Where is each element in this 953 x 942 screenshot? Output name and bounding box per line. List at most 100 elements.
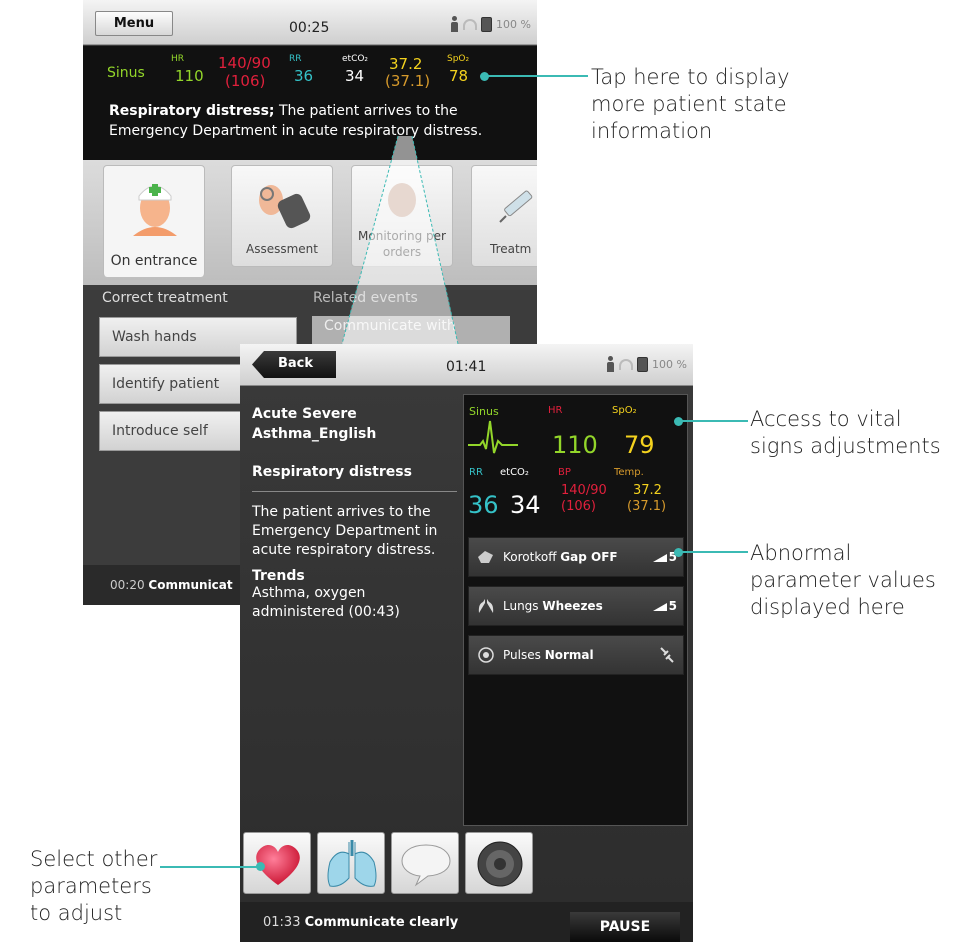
adjust-korotkoff[interactable]: Korotkoff Gap OFF 5 xyxy=(468,537,684,577)
menu-button[interactable]: Menu xyxy=(95,11,173,36)
footer-message: Communicat xyxy=(148,578,233,592)
back-button[interactable]: Back xyxy=(252,351,336,378)
adjust-lungs[interactable]: Lungs Wheezes 5 xyxy=(468,586,684,626)
tab-label: On entrance xyxy=(110,253,198,269)
temp-value: 37.2 xyxy=(389,55,423,73)
trends-text: Asthma, oxygen administered (00:43) xyxy=(252,585,400,620)
etco2-value: 34 xyxy=(345,67,365,85)
etco2-value: 34 xyxy=(510,491,541,519)
status-area: 100 % xyxy=(450,16,531,32)
adjust-name: Pulses xyxy=(503,648,541,662)
hr-label: HR xyxy=(548,405,563,416)
temp-sub-value: (37.1) xyxy=(627,499,667,514)
callout-line xyxy=(682,420,748,422)
etco2-label: etCO₂ xyxy=(342,54,369,64)
rhythm-value: Sinus xyxy=(107,65,145,81)
adjust-name: Lungs xyxy=(503,599,539,613)
callout-dot xyxy=(256,862,265,871)
bp-value: 140/90 xyxy=(561,483,607,498)
state-description: The patient arrives to the Emergency Dep… xyxy=(252,504,438,558)
temp-value: 37.2 xyxy=(633,483,662,498)
top-bar: Menu 00:25 100 % xyxy=(83,0,537,45)
state-title: Respiratory distress; xyxy=(109,103,275,119)
map-value: (106) xyxy=(225,72,266,90)
speech-bubble-icon xyxy=(401,844,451,887)
vital-signs-panel[interactable]: Sinus HR 110 SpO₂ 79 RR etCO₂ BP Temp. 3… xyxy=(463,394,688,826)
adjust-value: Wheezes xyxy=(542,599,603,613)
bp-cuff-icon xyxy=(259,185,311,229)
map-value: (106) xyxy=(561,499,596,514)
spo2-value: 79 xyxy=(624,431,655,459)
tab-treatment[interactable]: Treatm xyxy=(471,165,537,267)
callout-line xyxy=(682,551,748,553)
bp-label: BP xyxy=(558,467,571,478)
callout-line xyxy=(488,75,588,77)
clock: 01:41 xyxy=(446,359,487,375)
level-value: 5 xyxy=(668,599,677,613)
clock: 00:25 xyxy=(289,20,330,36)
spo2-label: SpO₂ xyxy=(612,405,637,416)
phase-tabs: On entrance Assessment Monitoring per or… xyxy=(83,160,537,285)
spo2-value: 78 xyxy=(449,67,469,85)
footer-message: Communicate clearly xyxy=(304,915,459,930)
tab-label: Monitoring per orders xyxy=(358,229,446,259)
hr-value: 110 xyxy=(552,431,598,459)
patient-state-info: Acute Severe Asthma_English Respiratory … xyxy=(252,404,457,622)
tab-monitoring-per-orders[interactable]: Monitoring per orders xyxy=(351,165,453,267)
divider xyxy=(252,491,457,492)
battery-level: 100 % xyxy=(652,357,687,371)
nurse-icon xyxy=(133,184,177,236)
level-indicator: 5 xyxy=(652,587,677,625)
pause-button[interactable]: PAUSE xyxy=(570,912,680,942)
rr-value: 36 xyxy=(468,491,499,519)
sound-param-button[interactable] xyxy=(465,832,533,894)
heart-param-button[interactable] xyxy=(243,832,311,894)
footer-time: 01:33 xyxy=(263,915,301,930)
callout-tap-info: Tap here to display more patient state i… xyxy=(591,65,790,143)
rr-value: 36 xyxy=(294,67,314,85)
person-icon xyxy=(450,16,459,32)
scenario-name: Acute Severe Asthma_English xyxy=(252,406,377,442)
adjust-pulses[interactable]: Pulses Normal xyxy=(468,635,684,675)
top-bar: Back 01:41 100 % xyxy=(240,344,693,386)
spo2-label: SpO₂ xyxy=(447,54,470,64)
correct-treatment-heading: Correct treatment xyxy=(102,290,228,306)
speech-param-button[interactable] xyxy=(391,832,459,894)
pulse-icon xyxy=(478,647,494,663)
patient-vitals-strip[interactable]: Sinus HR 110 140/90 (106) RR 36 etCO₂ 34… xyxy=(83,46,537,160)
tab-label: Assessment xyxy=(246,242,318,256)
rr-label: RR xyxy=(469,467,483,478)
etco2-label: etCO₂ xyxy=(500,467,529,478)
lungs-param-button[interactable] xyxy=(317,832,385,894)
related-events-heading: Related events xyxy=(313,290,418,306)
tab-label: Treatm xyxy=(490,242,532,256)
battery-icon xyxy=(637,356,649,372)
adjust-name: Korotkoff xyxy=(503,550,557,564)
monitoring-icon xyxy=(388,183,416,217)
syringe-icon xyxy=(499,190,533,223)
tab-on-entrance[interactable]: On entrance xyxy=(103,165,205,277)
trends-title: Trends xyxy=(252,568,305,584)
battery-level: 100 % xyxy=(496,17,531,31)
adjust-value: Gap OFF xyxy=(560,550,618,564)
callout-access-vitals: Access to vital signs adjustments xyxy=(750,407,941,458)
wifi-icon xyxy=(463,18,478,30)
level-indicator: 5 xyxy=(652,538,677,576)
footer-bar: 01:33 Communicate clearly PAUSE xyxy=(240,902,693,942)
bp-value: 140/90 xyxy=(218,54,271,72)
temp-label: Temp. xyxy=(614,467,644,478)
speaker-icon xyxy=(477,841,523,887)
tab-assessment[interactable]: Assessment xyxy=(231,165,333,267)
person-icon xyxy=(606,356,615,372)
bp-cuff-icon xyxy=(478,551,493,563)
lungs-icon xyxy=(478,599,494,613)
callout-abnormal-values: Abnormal parameter values displayed here xyxy=(750,541,936,619)
foreground-screen: Back 01:41 100 % Acute Severe Asthma_Eng… xyxy=(240,344,693,942)
rr-label: RR xyxy=(289,54,302,64)
status-area: 100 % xyxy=(606,356,687,372)
volume-wedge-icon xyxy=(652,553,667,562)
state-title: Respiratory distress xyxy=(252,464,412,480)
battery-icon xyxy=(481,16,493,32)
hr-label: HR xyxy=(171,54,185,64)
adjust-value: Normal xyxy=(544,648,594,662)
